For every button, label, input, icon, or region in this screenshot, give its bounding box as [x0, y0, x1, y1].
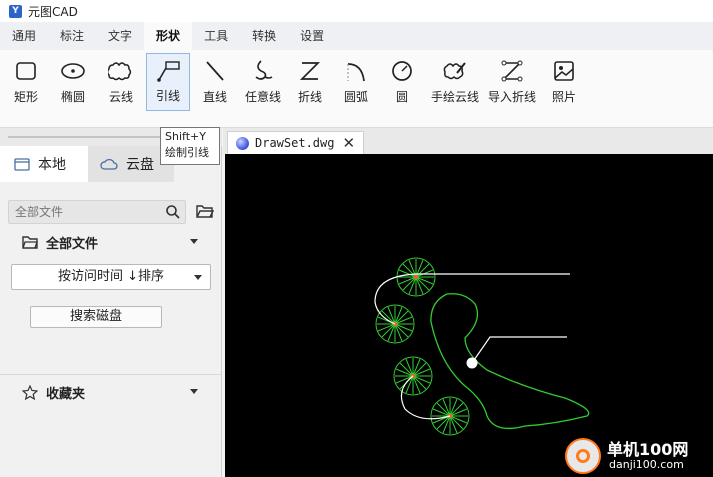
freehand-line-tool-button[interactable]: 任意线	[240, 53, 286, 111]
menu-bar: 通用 标注 文字 形状 工具 转换 设置	[0, 22, 713, 50]
cloud-line-tool-button[interactable]: 云线	[98, 53, 144, 111]
menu-tab-text[interactable]: 文字	[96, 22, 144, 50]
rectangle-tool-label: 矩形	[13, 90, 38, 104]
chevron-down-icon	[194, 275, 202, 280]
ellipse-tool-label: 椭圆	[60, 90, 85, 104]
menu-tab-convert[interactable]: 转换	[240, 22, 288, 50]
hand-drawn-cloud-tool-label: 手绘云线	[430, 90, 479, 104]
favorites-divider	[0, 374, 222, 375]
arc-tool-button[interactable]: 圆弧	[334, 53, 378, 111]
favorites-label: 收藏夹	[46, 386, 86, 402]
freehand-line-tool-label: 任意线	[244, 90, 281, 104]
chevron-down-icon	[190, 389, 198, 394]
leader-line-tool-button[interactable]: 引线	[146, 53, 190, 111]
app-title: 元图CAD	[28, 4, 78, 19]
arc-icon	[347, 63, 365, 82]
circle-tool-button[interactable]: 圆	[380, 53, 424, 111]
tree-symbols	[375, 257, 470, 436]
file-search-input[interactable]	[9, 201, 159, 223]
hand-drawn-cloud-icon	[443, 62, 466, 80]
sort-dropdown-label: 按访问时间 ↓排序	[57, 269, 165, 284]
tooltip-description: 绘制引线	[165, 146, 209, 159]
cad-drawing	[374, 257, 590, 436]
document-tab[interactable]: DrawSet.dwg ✕	[227, 131, 364, 154]
favorites-section[interactable]: 收藏夹	[0, 380, 222, 404]
tab-local-label: 本地	[38, 157, 66, 173]
all-files-section[interactable]: 全部文件	[0, 230, 222, 254]
straight-line-tool-button[interactable]: 直线	[192, 53, 238, 111]
hand-drawn-cloud-tool-button[interactable]: 手绘云线	[428, 53, 482, 111]
cloud-line-icon	[108, 62, 132, 81]
leader-lines	[374, 273, 570, 420]
local-folder-icon	[14, 158, 30, 171]
document-tab-label: DrawSet.dwg	[255, 136, 335, 150]
rectangle-icon	[16, 62, 36, 80]
all-files-label: 全部文件	[46, 236, 99, 252]
ellipse-icon	[61, 63, 85, 79]
tab-cloud-drive-label: 云盘	[126, 157, 154, 173]
rectangle-tool-button[interactable]: 矩形	[4, 53, 48, 111]
photo-icon	[554, 61, 574, 81]
photo-tool-button[interactable]: 照片	[542, 53, 586, 111]
circle-icon	[392, 61, 412, 81]
file-sidebar: 本地 云盘 全部文件 按访问时间 ↓排序 搜索磁盘 收藏夹	[0, 146, 222, 477]
folder-open-icon	[22, 235, 38, 249]
search-icon[interactable]	[165, 204, 181, 220]
menu-tab-shapes[interactable]: 形状	[144, 22, 193, 50]
leader-anchor-point	[466, 357, 478, 369]
sort-dropdown[interactable]: 按访问时间 ↓排序	[11, 264, 211, 290]
app-logo-icon: Y	[9, 4, 22, 18]
leader-line-icon	[157, 61, 180, 82]
star-icon	[22, 384, 38, 400]
import-polyline-tool-label: 导入折线	[487, 90, 536, 104]
shrub-outline	[430, 293, 590, 430]
watermark-url: danji100.com	[609, 458, 684, 471]
freehand-line-icon	[255, 60, 273, 80]
menu-tab-settings[interactable]: 设置	[288, 22, 336, 50]
cloud-line-tool-label: 云线	[108, 90, 133, 104]
arc-tool-label: 圆弧	[343, 90, 368, 104]
tooltip-shortcut: Shift+Y	[165, 130, 206, 143]
chevron-down-icon	[190, 239, 198, 244]
leader-line-tool-label: 引线	[155, 89, 180, 103]
file-search-box	[8, 200, 186, 224]
document-status-icon	[236, 136, 249, 150]
leader-line-tooltip: Shift+Y 绘制引线	[160, 127, 220, 165]
polyline-icon	[299, 62, 321, 80]
ellipse-tool-button[interactable]: 椭圆	[50, 53, 96, 111]
drawing-canvas[interactable]	[225, 154, 713, 477]
document-tab-bar: DrawSet.dwg ✕	[223, 128, 713, 154]
close-icon[interactable]: ✕	[342, 134, 355, 152]
photo-tool-label: 照片	[551, 90, 576, 104]
polyline-tool-button[interactable]: 折线	[288, 53, 332, 111]
circle-tool-label: 圆	[395, 90, 408, 104]
search-disk-button[interactable]: 搜索磁盘	[30, 306, 162, 328]
watermark-logo-icon	[565, 438, 601, 474]
menu-tab-annotate[interactable]: 标注	[48, 22, 96, 50]
import-polyline-icon	[501, 60, 523, 82]
ribbon-toolbar: 矩形 椭圆 云线 引线 直线 任意线 折线 圆弧 圆 手绘云线 导入折线 照片	[0, 50, 713, 128]
polyline-tool-label: 折线	[297, 90, 322, 104]
site-watermark: 单机100网 danji100.com	[565, 434, 713, 477]
tree-symbol	[396, 257, 436, 297]
title-bar: Y 元图CAD	[0, 0, 713, 22]
straight-line-tool-label: 直线	[202, 90, 227, 104]
open-folder-icon[interactable]	[196, 204, 214, 219]
cloud-icon	[100, 158, 118, 170]
tab-local[interactable]: 本地	[0, 146, 88, 182]
watermark-name: 单机100网	[607, 440, 689, 459]
menu-tab-tools[interactable]: 工具	[192, 22, 240, 50]
menu-tab-general[interactable]: 通用	[0, 22, 48, 50]
import-polyline-tool-button[interactable]: 导入折线	[486, 53, 538, 111]
straight-line-icon	[206, 61, 224, 81]
